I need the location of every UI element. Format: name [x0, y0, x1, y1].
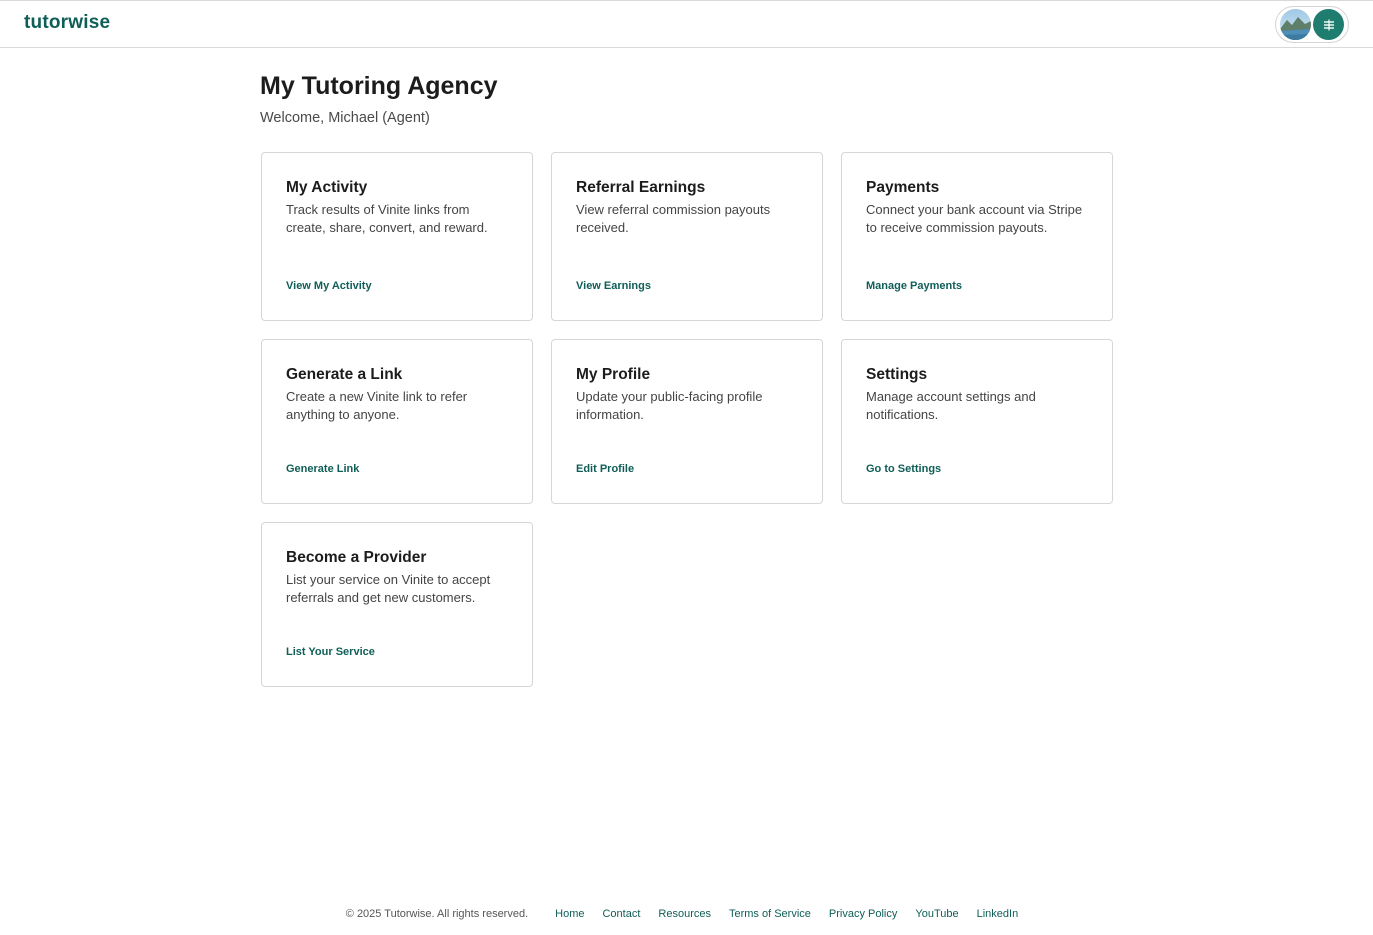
user-avatar[interactable] — [1280, 9, 1311, 40]
card-become-provider: Become a Provider List your service on V… — [261, 522, 533, 687]
card-settings: Settings Manage account settings and not… — [841, 339, 1113, 504]
card-title: My Profile — [576, 366, 651, 383]
card-description: List your service on Vinite to accept re… — [286, 572, 491, 605]
view-my-activity-link[interactable]: View My Activity — [286, 280, 372, 292]
footer-link-resources[interactable]: Resources — [658, 906, 711, 922]
top-navbar: tutorwise — [0, 0, 1373, 48]
page-footer: © 2025 Tutorwise. All rights reserved. H… — [0, 906, 1373, 922]
card-title: Become a Provider — [286, 549, 427, 566]
card-title: Payments — [866, 179, 940, 196]
card-description: Track results of Vinite links from creat… — [286, 202, 488, 235]
card-my-profile: My Profile Update your public-facing pro… — [551, 339, 823, 504]
card-description: Connect your bank account via Stripe to … — [866, 202, 1083, 235]
go-to-settings-link[interactable]: Go to Settings — [866, 463, 941, 475]
welcome-text: Welcome, Michael (Agent) — [260, 110, 430, 126]
footer-link-contact[interactable]: Contact — [602, 906, 640, 922]
card-referral-earnings: Referral Earnings View referral commissi… — [551, 152, 823, 321]
copyright-text: © 2025 Tutorwise. All rights reserved. — [345, 908, 529, 920]
tutorwise-logo[interactable]: tutorwise — [24, 12, 110, 34]
card-generate-link: Generate a Link Create a new Vinite link… — [261, 339, 533, 504]
card-title: Generate a Link — [286, 366, 403, 383]
manage-payments-link[interactable]: Manage Payments — [866, 280, 962, 292]
footer-link-home[interactable]: Home — [555, 906, 584, 922]
footer-link-terms[interactable]: Terms of Service — [729, 906, 811, 922]
footer-link-youtube[interactable]: YouTube — [915, 906, 958, 922]
view-earnings-link[interactable]: View Earnings — [576, 280, 651, 292]
card-description: View referral commission payouts receive… — [576, 202, 771, 235]
card-payments: Payments Connect your bank account via S… — [841, 152, 1113, 321]
generate-link-link[interactable]: Generate Link — [286, 463, 359, 475]
footer-link-privacy[interactable]: Privacy Policy — [829, 906, 897, 922]
card-description: Update your public-facing profile inform… — [576, 389, 763, 422]
menu-icon[interactable] — [1313, 9, 1344, 40]
user-menu-pill[interactable] — [1275, 6, 1349, 43]
card-title: Settings — [866, 366, 928, 383]
edit-profile-link[interactable]: Edit Profile — [576, 463, 634, 475]
footer-link-linkedin[interactable]: LinkedIn — [977, 906, 1019, 922]
page-title: My Tutoring Agency — [260, 72, 498, 100]
card-description: Manage account settings and notification… — [866, 389, 1036, 422]
list-your-service-link[interactable]: List Your Service — [286, 646, 375, 658]
card-description: Create a new Vinite link to refer anythi… — [286, 389, 468, 422]
card-title: My Activity — [286, 179, 368, 196]
card-my-activity: My Activity Track results of Vinite link… — [261, 152, 533, 321]
dashboard-main: My Tutoring Agency Welcome, Michael (Age… — [260, 70, 1113, 687]
card-title: Referral Earnings — [576, 179, 706, 196]
